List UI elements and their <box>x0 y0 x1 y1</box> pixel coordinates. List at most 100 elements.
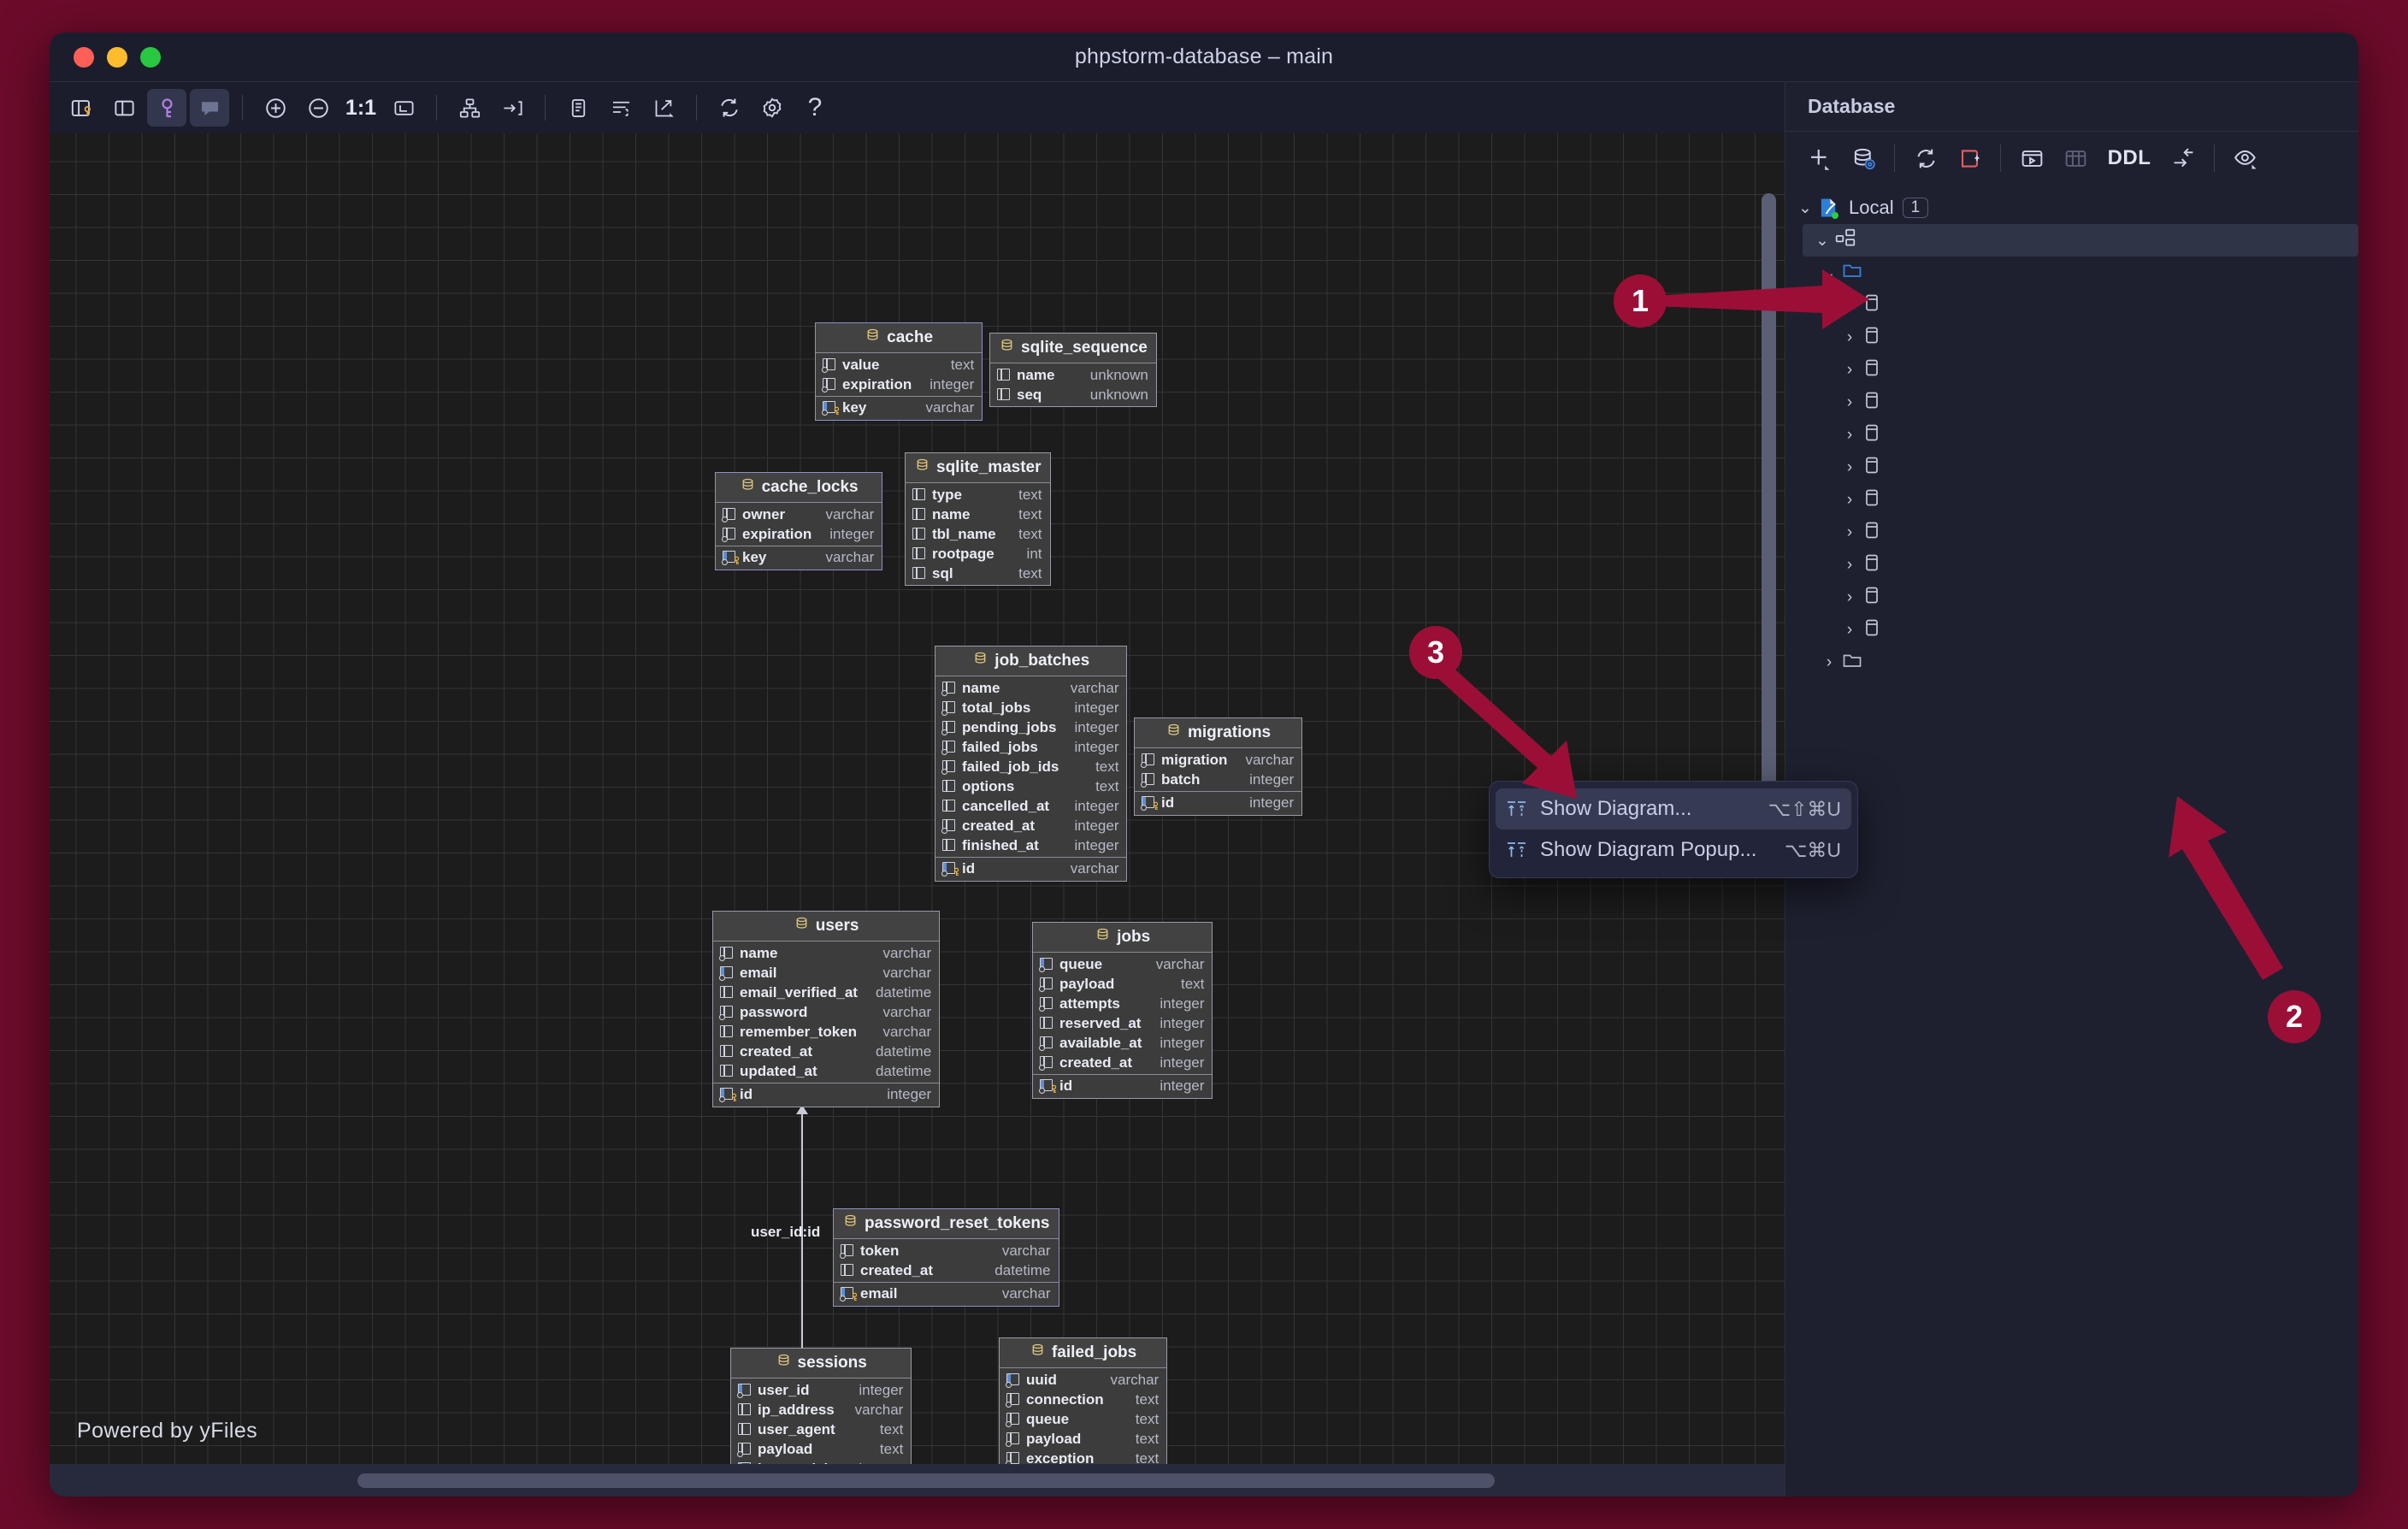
console-icon[interactable] <box>2011 139 2052 178</box>
er-column-row[interactable]: email varchar <box>713 963 939 983</box>
er-table-sessions[interactable]: sessions user_id integer ip_address varchar u… <box>730 1348 912 1464</box>
er-table-cache[interactable]: cache value text expiration integer key varcha… <box>815 322 983 421</box>
table-icon[interactable] <box>2055 139 2096 178</box>
er-column-row[interactable]: failed_job_ids text <box>935 757 1126 776</box>
er-column-row[interactable]: id integer <box>1135 791 1302 813</box>
show-columns-toggle[interactable] <box>62 89 101 127</box>
canvas-horizontal-scrollbar-track[interactable] <box>50 1464 1785 1497</box>
er-column-row[interactable]: key varchar <box>716 546 882 568</box>
er-column-row[interactable]: reserved_at integer <box>1033 1013 1212 1033</box>
er-table-job_batches[interactable]: job_batches name varchar total_jobs integer p… <box>935 646 1128 882</box>
er-column-row[interactable]: owner varchar <box>716 505 882 524</box>
er-column-row[interactable]: name unknown <box>990 365 1156 385</box>
layout-button[interactable] <box>450 89 489 127</box>
tree-item-selected-schema[interactable]: ⌄ <box>1803 224 2358 257</box>
jump-to-source-button[interactable] <box>493 89 532 127</box>
disconnect-icon[interactable] <box>1949 139 1990 178</box>
tree-item-table-6[interactable]: › <box>1785 484 2358 517</box>
chevron-right-icon[interactable]: › <box>1838 458 1861 477</box>
show-structure-toggle[interactable] <box>104 89 144 127</box>
canvas-vertical-scrollbar[interactable] <box>1762 193 1776 826</box>
submenu-item-show-diagram[interactable]: Show Diagram... ⌥⇧⌘U <box>1496 788 1851 829</box>
er-column-row[interactable]: updated_at datetime <box>713 1061 939 1081</box>
er-column-row[interactable]: email_verified_at datetime <box>713 983 939 1002</box>
chevron-right-icon[interactable]: › <box>1838 523 1861 542</box>
er-column-row[interactable]: failed_jobs integer <box>935 737 1126 757</box>
refresh-button[interactable] <box>710 89 749 127</box>
chevron-right-icon[interactable]: › <box>1838 296 1861 315</box>
zoom-out-button[interactable] <box>298 89 338 127</box>
help-button[interactable]: ? <box>795 89 835 127</box>
er-column-row[interactable]: payload text <box>1033 974 1212 994</box>
er-column-row[interactable]: name varchar <box>713 943 939 963</box>
tree-item-table-4[interactable]: › <box>1785 419 2358 452</box>
er-column-row[interactable]: cancelled_at integer <box>935 796 1126 816</box>
er-column-row[interactable]: seq unknown <box>990 385 1156 404</box>
chevron-right-icon[interactable]: › <box>1838 426 1861 445</box>
actual-size-button[interactable]: 1:1 <box>341 89 381 127</box>
chevron-right-icon[interactable]: › <box>1838 361 1861 380</box>
er-column-row[interactable]: created_at integer <box>1033 1053 1212 1072</box>
tree-item-schema-folder[interactable]: ⌄ <box>1785 257 2358 289</box>
er-column-row[interactable]: name varchar <box>935 678 1126 698</box>
er-column-row[interactable]: finished_at integer <box>935 835 1126 855</box>
er-column-row[interactable]: total_jobs integer <box>935 698 1126 717</box>
er-table-cache_locks[interactable]: cache_locks owner varchar expiration integer… <box>715 472 883 570</box>
er-column-row[interactable]: created_at datetime <box>713 1042 939 1061</box>
zoom-in-button[interactable] <box>256 89 295 127</box>
er-column-row[interactable]: created_at integer <box>935 816 1126 835</box>
tree-item-table-8[interactable]: › <box>1785 549 2358 581</box>
er-column-row[interactable]: user_id integer <box>731 1380 911 1400</box>
tree-item-table-9[interactable]: › <box>1785 581 2358 614</box>
fit-content-button[interactable] <box>384 89 423 127</box>
tree-item-local[interactable]: ⌄ Local 1 <box>1785 192 2358 224</box>
er-column-row[interactable]: expiration integer <box>816 375 982 394</box>
chevron-down-icon-3[interactable]: ⌄ <box>1818 263 1840 283</box>
er-column-row[interactable]: id integer <box>713 1083 940 1105</box>
refresh-icon[interactable] <box>1905 139 1946 178</box>
tree-item-table-10[interactable]: › <box>1785 614 2358 646</box>
tree-item-table-7[interactable]: › <box>1785 517 2358 549</box>
tree-item-table-1[interactable]: › <box>1785 322 2358 354</box>
new-button[interactable] <box>1799 139 1840 178</box>
er-column-row[interactable]: batch integer <box>1135 770 1301 789</box>
er-column-row[interactable]: expiration integer <box>716 524 882 544</box>
er-column-row[interactable]: payload text <box>731 1439 911 1459</box>
er-column-row[interactable]: pending_jobs integer <box>935 717 1126 737</box>
er-column-row[interactable]: rootpage int <box>906 544 1050 564</box>
er-column-row[interactable]: uuid varchar <box>1000 1370 1166 1390</box>
er-column-row[interactable]: available_at integer <box>1033 1033 1212 1053</box>
show-keys-toggle[interactable] <box>147 89 186 127</box>
copy-diagram-button[interactable] <box>558 89 598 127</box>
chevron-right-icon[interactable]: › <box>1838 621 1861 640</box>
er-column-row[interactable]: token varchar <box>834 1241 1059 1260</box>
ddl-button[interactable]: DDL <box>2098 139 2160 178</box>
eye-dropdown-icon[interactable] <box>2225 139 2266 178</box>
canvas-horizontal-scrollbar-thumb[interactable] <box>357 1473 1495 1488</box>
er-table-password_reset_tokens[interactable]: password_reset_tokens token varchar created… <box>833 1208 1059 1307</box>
tree-item-table-2[interactable]: › <box>1785 354 2358 387</box>
er-column-row[interactable]: queue varchar <box>1033 954 1212 974</box>
er-column-row[interactable]: sql text <box>906 564 1050 583</box>
er-column-row[interactable]: tbl_name text <box>906 524 1050 544</box>
er-table-sqlite_master[interactable]: sqlite_master type text name text tbl_name tex… <box>905 452 1051 586</box>
er-column-row[interactable]: id varchar <box>935 857 1127 879</box>
er-table-jobs[interactable]: jobs queue varchar payload text attempts integ… <box>1032 922 1213 1099</box>
er-column-row[interactable]: payload text <box>1000 1429 1166 1449</box>
er-column-row[interactable]: password varchar <box>713 1002 939 1022</box>
chevron-down-icon[interactable]: ⌄ <box>1794 198 1816 218</box>
er-column-row[interactable]: ip_address varchar <box>731 1400 911 1420</box>
er-column-row[interactable]: attempts integer <box>1033 994 1212 1013</box>
chevron-down-icon-2[interactable]: ⌄ <box>1811 231 1833 251</box>
gear-icon[interactable] <box>752 89 792 127</box>
er-column-row[interactable]: options text <box>935 776 1126 796</box>
chevron-right-icon[interactable]: › <box>1838 393 1861 412</box>
er-column-row[interactable]: user_agent text <box>731 1420 911 1439</box>
er-column-row[interactable]: created_at datetime <box>834 1260 1059 1280</box>
er-column-row[interactable]: id integer <box>1033 1074 1213 1096</box>
er-column-row[interactable]: migration varchar <box>1135 750 1301 770</box>
edit-filter-button[interactable] <box>601 89 640 127</box>
er-table-users[interactable]: users name varchar email varchar email_verifi… <box>712 911 941 1107</box>
er-column-row[interactable]: email varchar <box>834 1282 1059 1304</box>
show-comments-toggle[interactable] <box>190 89 229 127</box>
